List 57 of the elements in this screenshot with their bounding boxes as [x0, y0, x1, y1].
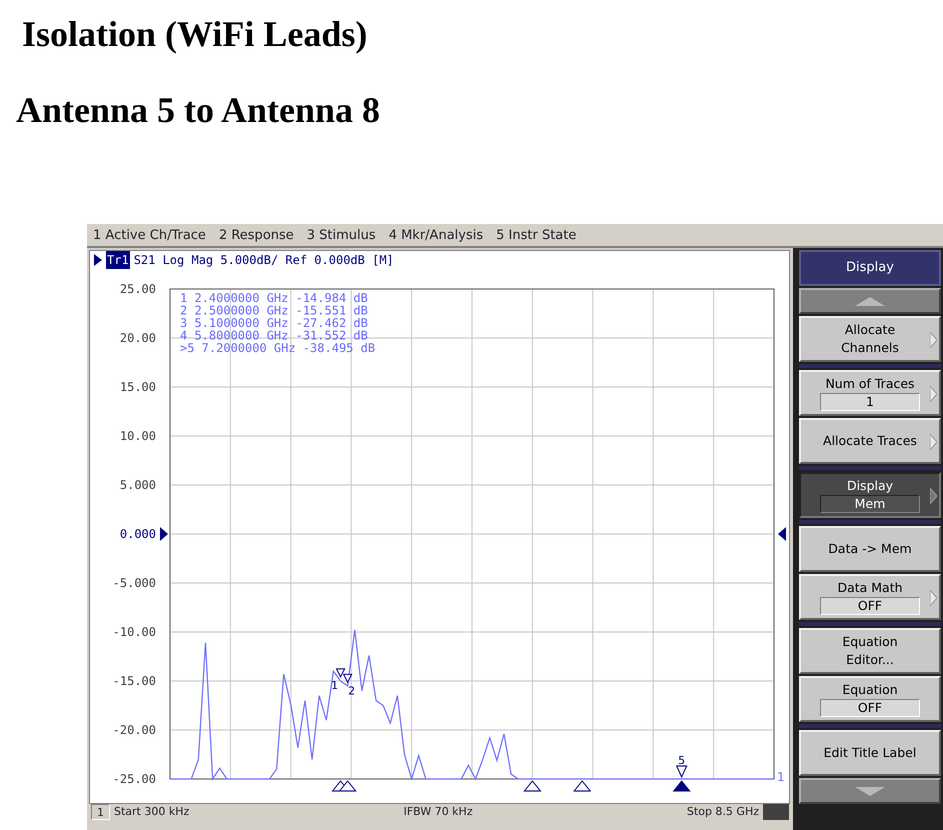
- menu-item[interactable]: 2 Response: [212, 224, 301, 246]
- page-heading: Antenna 5 to Antenna 8: [15, 90, 382, 130]
- marker-readout: >5 7.2000000 GHz -38.495 dB: [180, 341, 376, 355]
- marker-readout: 1 2.4000000 GHz -14.984 dB: [180, 291, 368, 305]
- axis-label: -10.00: [112, 625, 156, 639]
- softkey-button[interactable]: Data -> Mem: [799, 526, 941, 572]
- marker-triangle-icon: [342, 674, 352, 684]
- bandwidth-reading: IFBW 70 kHz: [404, 804, 474, 820]
- value-field: OFF: [820, 597, 920, 615]
- axis-label: 5.000: [120, 478, 156, 492]
- reference-marker-icon: [778, 527, 786, 541]
- scroll-down-button[interactable]: [799, 778, 941, 804]
- softkey-button[interactable]: Allocate Channels: [799, 316, 941, 362]
- axis-label: 25.00: [120, 282, 156, 296]
- down-arrow-icon: [855, 786, 885, 796]
- softkey-button[interactable]: Edit Title Label: [799, 730, 941, 776]
- triangle-icon: [94, 254, 102, 266]
- stop-frequency: Stop 8.5 GHz: [686, 804, 759, 820]
- menu-item[interactable]: 1 Active Ch/Trace: [87, 224, 213, 246]
- softkey-button[interactable]: Data Math OFF: [799, 574, 941, 620]
- marker-triangle-icon: [336, 668, 346, 678]
- up-arrow-icon: [855, 296, 885, 306]
- status-indicator: [763, 804, 789, 820]
- axis-label: -25.00: [112, 772, 156, 786]
- axis-label: 15.00: [120, 380, 156, 394]
- scroll-up-button[interactable]: [799, 288, 941, 314]
- axis-label: -5.000: [112, 576, 156, 590]
- menu-item[interactable]: 3 Stimulus: [300, 224, 383, 246]
- axis-label: 10.00: [120, 429, 156, 443]
- menu-item[interactable]: 4 Mkr/Analysis: [382, 224, 490, 246]
- start-frequency: Start 300 kHz: [114, 804, 190, 820]
- marker-readout: 3 5.1000000 GHz -27.462 dB: [180, 316, 368, 330]
- menu-item[interactable]: 5 Instr State: [490, 224, 584, 246]
- softkey-button[interactable]: Equation OFF: [799, 676, 941, 722]
- page-heading: Isolation (WiFi Leads): [21, 14, 368, 54]
- marker-readout: 4 5.8000000 GHz -31.552 dB: [180, 328, 368, 342]
- axis-label: 20.00: [120, 331, 156, 345]
- reference-level-label: 0.000: [120, 527, 156, 541]
- marker-triangle-icon: [676, 766, 688, 778]
- trace-label[interactable]: Tr1: [106, 251, 130, 269]
- value-field: OFF: [820, 699, 920, 717]
- marker-label: 1: [331, 678, 338, 692]
- softkey-button[interactable]: Display Mem: [799, 472, 941, 518]
- value-field: Mem: [820, 495, 920, 513]
- softkey-button[interactable]: Num of Traces 1: [799, 370, 941, 416]
- trace-settings: S21 Log Mag 5.000dB/ Ref 0.000dB [M]: [134, 252, 394, 269]
- marker-readout: 2 2.5000000 GHz -15.551 dB: [180, 304, 368, 318]
- softkey-button[interactable]: Equation Editor...: [799, 628, 941, 674]
- value-field: 1: [820, 393, 920, 411]
- channel-number: 1: [91, 804, 110, 820]
- menu-title: Display: [799, 250, 941, 286]
- axis-label: -20.00: [112, 723, 156, 737]
- softkey-button[interactable]: Allocate Traces: [799, 418, 941, 464]
- marker-label: 5: [678, 754, 686, 767]
- axis-label: -15.00: [112, 674, 156, 688]
- marker-label: 2: [348, 684, 356, 698]
- trace-end-label: 1: [777, 770, 785, 784]
